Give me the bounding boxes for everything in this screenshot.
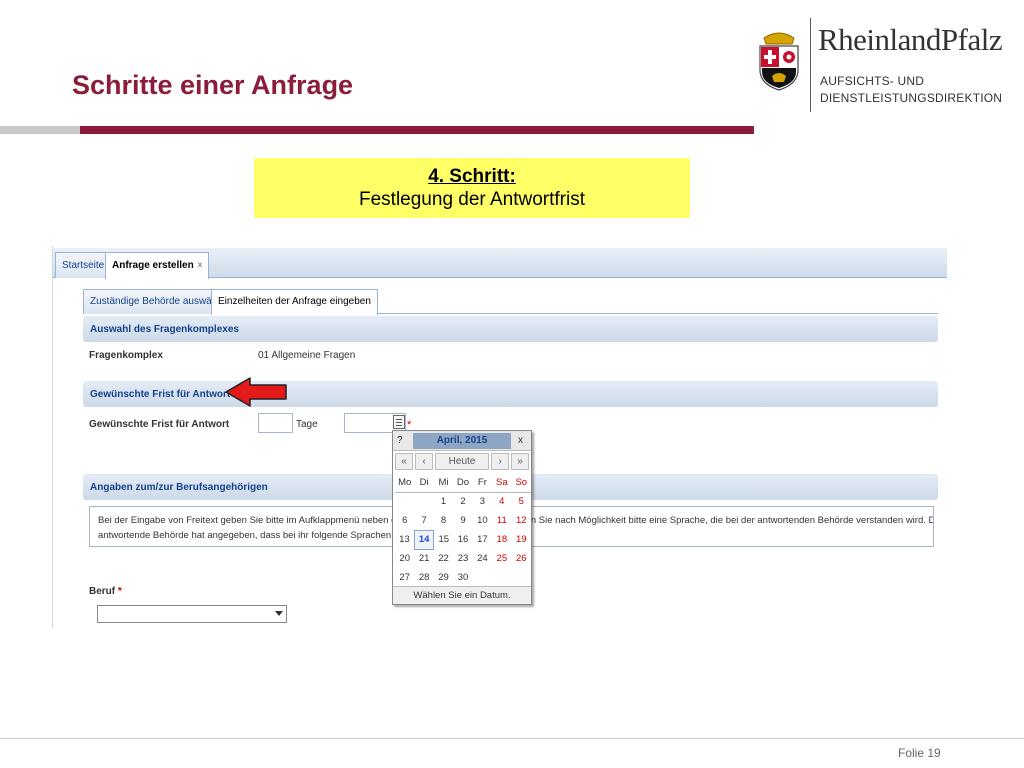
calendar-week-row: 12345 xyxy=(395,492,531,511)
calendar-icon[interactable] xyxy=(393,415,405,429)
calendar-empty-cell xyxy=(512,568,531,587)
next-month-button[interactable]: › xyxy=(491,453,509,470)
calendar-day[interactable]: 16 xyxy=(453,530,472,549)
calendar-day[interactable]: 11 xyxy=(492,511,511,530)
calendar-day[interactable]: 28 xyxy=(414,568,433,587)
days-input[interactable] xyxy=(258,413,293,433)
fragenkomplex-value: 01 Allgemeine Fragen xyxy=(258,350,356,361)
calendar-day[interactable]: 22 xyxy=(434,549,453,568)
tab-label: Startseite xyxy=(62,260,105,271)
calendar-status-text: Wählen Sie ein Datum. xyxy=(393,586,531,604)
weekday-header: Mi xyxy=(433,473,454,493)
logo-subtitle-line1: AUFSICHTS- UND xyxy=(820,74,925,88)
frist-label: Gewünschte Frist für Antwort xyxy=(89,419,230,430)
calendar-week-row: 20 21 22 23 24 25 26 xyxy=(395,549,531,568)
calendar-day[interactable]: 30 xyxy=(453,568,472,587)
calendar-day[interactable]: 13 xyxy=(395,530,414,549)
beruf-label: Beruf * xyxy=(89,586,122,597)
chevron-down-icon xyxy=(275,611,283,616)
help-icon[interactable]: ? xyxy=(397,435,403,446)
calendar-day[interactable]: 6 xyxy=(395,511,414,530)
logo-divider xyxy=(810,18,811,112)
main-tabbar: Startseite Anfrage erstellen x xyxy=(53,248,947,279)
calendar-day[interactable]: 1 xyxy=(434,492,453,511)
days-unit: Tage xyxy=(296,419,318,430)
calendar-week-row: 13 14 15 16 17 18 19 xyxy=(395,529,531,550)
calendar-empty-cell xyxy=(414,492,433,511)
close-icon[interactable]: x xyxy=(198,260,202,269)
section-header-frist: Gewünschte Frist für Antwort xyxy=(83,381,938,407)
calendar-week-row: 6 7 8 9 10 11 12 xyxy=(395,511,531,530)
weekday-header: Sa xyxy=(492,473,512,493)
weekday-header: So xyxy=(511,473,531,493)
weekday-header: Do xyxy=(453,473,473,493)
calendar-day[interactable]: 5 xyxy=(512,492,531,511)
calendar-day[interactable]: 29 xyxy=(434,568,453,587)
coat-of-arms-icon xyxy=(759,32,799,91)
calendar-day[interactable]: 17 xyxy=(473,530,492,549)
calendar-day[interactable]: 10 xyxy=(473,511,492,530)
calendar-day[interactable]: 12 xyxy=(512,511,531,530)
logo-subtitle-line2: DIENSTLEISTUNGSDIREKTION xyxy=(820,91,1003,105)
section-header-fragenkomplex: Auswahl des Fragenkomplexes xyxy=(83,316,938,342)
tab-anfrage-erstellen[interactable]: Anfrage erstellen x xyxy=(105,252,210,279)
calendar-week-row: 27 28 29 30 xyxy=(395,568,531,587)
calendar-day[interactable]: 25 xyxy=(492,549,511,568)
calendar-empty-cell xyxy=(395,492,414,511)
calendar-empty-cell xyxy=(492,568,511,587)
calendar-day[interactable]: 19 xyxy=(512,530,531,549)
weekday-header: Di xyxy=(414,473,434,493)
tab-label: Einzelheiten der Anfrage eingeben xyxy=(218,296,371,307)
rlp-logo: RheinlandPfalz AUFSICHTS- UND DIENSTLEIS… xyxy=(752,18,1024,114)
footer-divider xyxy=(0,738,1024,739)
calendar-day[interactable]: 4 xyxy=(492,492,511,511)
calendar-day[interactable]: 21 xyxy=(414,549,433,568)
calendar-day[interactable]: 24 xyxy=(473,549,492,568)
red-arrow-icon xyxy=(225,377,287,407)
slide-title: Schritte einer Anfrage xyxy=(72,70,354,100)
calendar-month-title: April, 2015 xyxy=(413,433,511,449)
slide-number: Folie 19 xyxy=(898,746,941,760)
date-picker-popup: ? April, 2015 x « ‹ Heute › » Mo Di Mi Do Fr… xyxy=(392,430,532,605)
logo-brand: RheinlandPfalz xyxy=(818,22,1003,57)
info-text-line1-end: nden Sie nach Möglichkeit bitte eine Spr… xyxy=(515,515,934,526)
title-bar-accent xyxy=(80,126,754,134)
calendar-day[interactable]: 15 xyxy=(434,530,453,549)
tab-einzelheiten[interactable]: Einzelheiten der Anfrage eingeben xyxy=(211,289,378,315)
step-title: 4. Schritt: xyxy=(428,166,516,187)
calendar-empty-cell xyxy=(473,568,492,587)
tab-label: Anfrage erstellen xyxy=(112,260,194,271)
weekday-header: Mo xyxy=(395,473,415,493)
calendar-header: ? April, 2015 x xyxy=(393,431,531,451)
step-callout: 4. Schritt: Festlegung der Antwortfrist xyxy=(254,158,690,218)
calendar-day[interactable]: 18 xyxy=(492,530,511,549)
inner-tabbar: Zuständige Behörde auswählen Einzelheite… xyxy=(83,286,938,315)
calendar-day[interactable]: 8 xyxy=(434,511,453,530)
next-year-button[interactable]: » xyxy=(511,453,529,470)
title-bar-grey xyxy=(0,126,80,134)
beruf-required-marker: * xyxy=(117,586,122,597)
beruf-select[interactable] xyxy=(97,605,287,623)
calendar-grid: Mo Di Mi Do Fr Sa So 1 2 3 4 5 6 7 8 9 10 11 12 13 14 15 16 17… xyxy=(395,473,531,587)
calendar-day[interactable]: 20 xyxy=(395,549,414,568)
calendar-day[interactable]: 7 xyxy=(414,511,433,530)
fragenkomplex-label: Fragenkomplex xyxy=(89,350,163,361)
calendar-day[interactable]: 2 xyxy=(453,492,472,511)
prev-month-button[interactable]: ‹ xyxy=(415,453,433,470)
calendar-day[interactable]: 3 xyxy=(473,492,492,511)
calendar-day[interactable]: 23 xyxy=(453,549,472,568)
prev-year-button[interactable]: « xyxy=(395,453,413,470)
tab-startseite[interactable]: Startseite xyxy=(55,252,112,278)
step-subtitle: Festlegung der Antwortfrist xyxy=(359,189,585,210)
beruf-label-text: Beruf xyxy=(89,586,116,597)
close-icon[interactable]: x xyxy=(518,435,523,446)
today-button[interactable]: Heute xyxy=(435,453,489,470)
calendar-day[interactable]: 27 xyxy=(395,568,414,587)
calendar-day[interactable]: 14 xyxy=(413,529,435,550)
weekday-header: Fr xyxy=(472,473,493,493)
calendar-day[interactable]: 9 xyxy=(453,511,472,530)
calendar-day[interactable]: 26 xyxy=(512,549,531,568)
tab-label: Zuständige Behörde auswählen xyxy=(90,296,231,307)
